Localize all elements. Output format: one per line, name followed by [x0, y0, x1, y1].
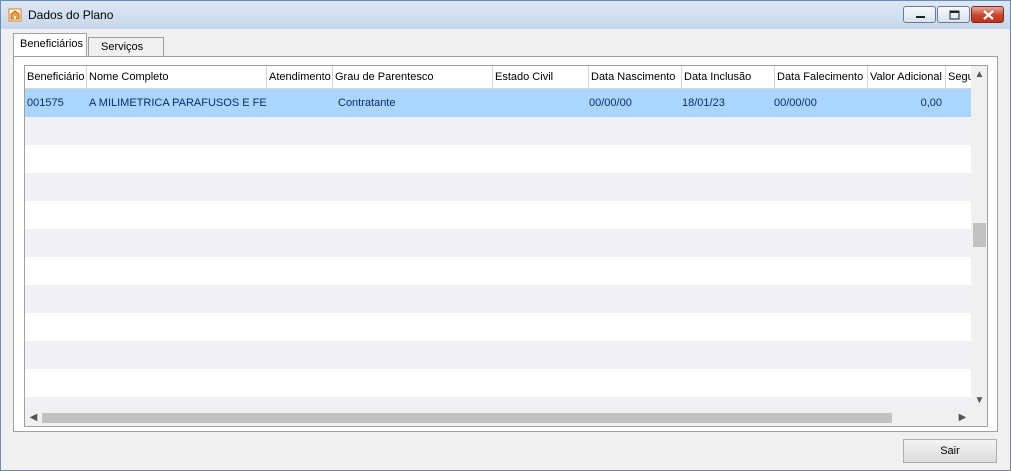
cell-nome-completo: A MILIMETRICA PARAFUSOS E FERR — [89, 97, 267, 109]
cell-valor-adicional: 0,00 — [920, 97, 942, 109]
empty-row — [25, 201, 971, 229]
column-header-estado-civil[interactable]: Estado Civil — [493, 66, 589, 88]
cell-estado-civil — [493, 89, 589, 117]
column-header-atendimento[interactable]: Atendimento — [267, 66, 333, 88]
empty-row — [25, 173, 971, 201]
cell-data-nascimento: 00/00/00 — [589, 97, 632, 109]
empty-row — [25, 145, 971, 173]
cell-data-falecimento: 00/00/00 — [774, 97, 817, 109]
empty-row — [25, 313, 971, 341]
empty-row — [25, 397, 971, 409]
title-bar[interactable]: Dados do Plano — [1, 1, 1010, 29]
scrollbar-corner — [971, 409, 987, 426]
column-header-data-falecimento[interactable]: Data Falecimento — [775, 66, 868, 88]
empty-row — [25, 285, 971, 313]
cell-grau-parentesco: Contratante — [338, 97, 396, 109]
table-row[interactable]: 001575 A MILIMETRICA PARAFUSOS E FERR Co… — [25, 89, 971, 117]
vertical-scroll-thumb[interactable] — [973, 223, 986, 247]
dados-do-plano-window: Dados do Plano Beneficiários Serviços Be… — [0, 0, 1011, 471]
cell-beneficiario: 001575 — [27, 97, 64, 109]
scroll-up-icon[interactable]: ▲ — [971, 66, 987, 83]
scroll-left-icon[interactable]: ◀ — [25, 409, 42, 426]
vertical-scrollbar[interactable]: ▲ ▼ — [971, 66, 987, 409]
tab-beneficiarios[interactable]: Beneficiários — [13, 33, 87, 56]
minimize-button[interactable] — [903, 6, 936, 23]
empty-row — [25, 341, 971, 369]
column-header-data-nascimento[interactable]: Data Nascimento — [589, 66, 682, 88]
scroll-right-icon[interactable]: ▶ — [954, 409, 971, 426]
close-icon — [983, 10, 994, 20]
maximize-button[interactable] — [937, 6, 970, 23]
column-header-nome-completo[interactable]: Nome Completo — [87, 66, 267, 88]
minimize-icon — [916, 16, 925, 18]
column-header-grau-parentesco[interactable]: Grau de Parentesco — [333, 66, 493, 88]
beneficiarios-grid[interactable]: Beneficiário Nome Completo Atendimento G… — [24, 65, 988, 427]
tab-panel-beneficiarios: Beneficiário Nome Completo Atendimento G… — [13, 56, 998, 432]
app-icon — [8, 8, 22, 22]
cell-atendimento — [267, 89, 333, 117]
empty-row — [25, 257, 971, 285]
scroll-down-icon[interactable]: ▼ — [971, 392, 987, 409]
tab-label: Beneficiários — [20, 38, 83, 50]
close-button[interactable] — [971, 6, 1004, 23]
column-header-valor-adicional[interactable]: Valor Adicional — [868, 66, 946, 88]
tab-label: Serviços — [101, 41, 144, 53]
grid-header: Beneficiário Nome Completo Atendimento G… — [25, 66, 974, 89]
column-header-beneficiario[interactable]: Beneficiário — [25, 66, 87, 88]
horizontal-scroll-thumb[interactable] — [42, 413, 892, 423]
empty-row — [25, 229, 971, 257]
empty-row — [25, 369, 971, 397]
restore-icon — [949, 10, 960, 20]
window-title: Dados do Plano — [28, 8, 114, 22]
horizontal-scrollbar[interactable]: ◀ ▶ — [25, 409, 971, 426]
sair-button[interactable]: Sair — [903, 439, 997, 463]
column-header-data-inclusao[interactable]: Data Inclusão — [682, 66, 775, 88]
cell-data-inclusao: 18/01/23 — [682, 97, 725, 109]
empty-row — [25, 117, 971, 145]
cell-segu — [946, 89, 971, 117]
tab-servicos[interactable]: Serviços — [88, 37, 164, 56]
